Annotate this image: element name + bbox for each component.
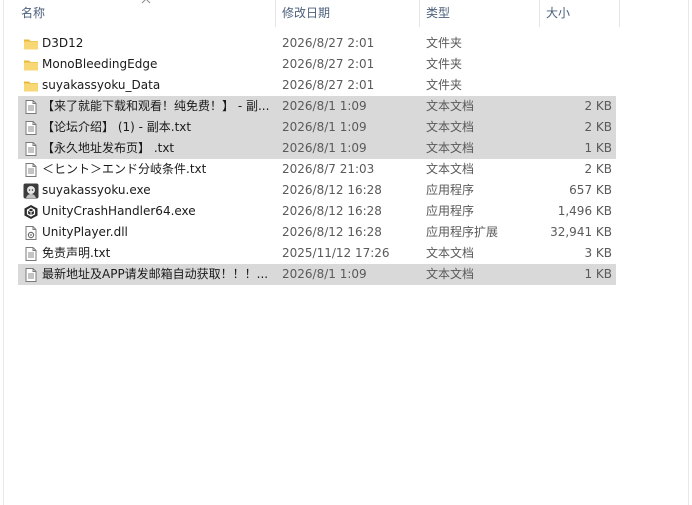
game-app-icon bbox=[23, 183, 39, 199]
file-size: 2 KB bbox=[584, 120, 612, 134]
file-date: 2026/8/27 2:01 bbox=[282, 36, 375, 50]
file-row[interactable]: 免责声明.txt 2025/11/12 17:26 文本文档 3 KB bbox=[18, 243, 616, 264]
file-type: 文本文档 bbox=[426, 246, 475, 260]
text-file-icon bbox=[23, 141, 39, 157]
file-type: 应用程序扩展 bbox=[426, 225, 499, 239]
column-header-type[interactable]: 类型 bbox=[426, 0, 450, 27]
text-file-icon bbox=[23, 162, 39, 178]
file-name: UnityPlayer.dll bbox=[42, 225, 128, 239]
column-header-date[interactable]: 修改日期 bbox=[282, 0, 330, 27]
file-type: 应用程序 bbox=[426, 183, 475, 197]
file-name: 免责声明.txt bbox=[42, 246, 111, 260]
file-size: 2 KB bbox=[584, 99, 612, 113]
file-date: 2026/8/1 1:09 bbox=[282, 267, 367, 281]
dll-file-icon bbox=[23, 225, 39, 241]
file-date: 2025/11/12 17:26 bbox=[282, 246, 390, 260]
file-row[interactable]: UnityCrashHandler64.exe 2026/8/12 16:28 应用… bbox=[18, 201, 616, 222]
file-size: 1 KB bbox=[584, 141, 612, 155]
file-row[interactable]: suyakassyoku_Data 2026/8/27 2:01 文件夹 bbox=[18, 75, 616, 96]
column-divider[interactable] bbox=[275, 0, 276, 27]
unity-icon bbox=[23, 204, 39, 220]
file-name: suyakassyoku.exe bbox=[42, 183, 151, 197]
file-row[interactable]: 【来了就能下载和观看！纯免费！】 - 副... 2026/8/1 1:09 文本文档… bbox=[18, 96, 616, 117]
folder-icon bbox=[23, 78, 39, 94]
file-date: 2026/8/7 21:03 bbox=[282, 162, 375, 176]
file-type: 应用程序 bbox=[426, 204, 475, 218]
file-date: 2026/8/1 1:09 bbox=[282, 141, 367, 155]
pane-right-border bbox=[688, 0, 689, 505]
column-divider[interactable] bbox=[619, 0, 620, 27]
file-size: 657 KB bbox=[569, 183, 612, 197]
file-size: 3 KB bbox=[584, 246, 612, 260]
file-row[interactable]: 【永久地址发布页】 .txt 2026/8/1 1:09 文本文档 1 KB bbox=[18, 138, 616, 159]
file-date: 2026/8/12 16:28 bbox=[282, 204, 382, 218]
sort-ascending-icon bbox=[141, 0, 151, 4]
file-size: 2 KB bbox=[584, 162, 612, 176]
file-size: 1 KB bbox=[584, 267, 612, 281]
file-row[interactable]: 【论坛介绍】 (1) - 副本.txt 2026/8/1 1:09 文本文档 2 KB bbox=[18, 117, 616, 138]
file-date: 2026/8/12 16:28 bbox=[282, 183, 382, 197]
file-name: UnityCrashHandler64.exe bbox=[42, 204, 196, 218]
column-header-size[interactable]: 大小 bbox=[546, 0, 570, 27]
file-name: 【论坛介绍】 (1) - 副本.txt bbox=[42, 120, 192, 134]
file-name: ＜ヒント＞エンド分岐条件.txt bbox=[42, 162, 207, 176]
file-row[interactable]: 最新地址及APP请发邮箱自动获取！！！... 2026/8/1 1:09 文本文档 1… bbox=[18, 264, 616, 285]
file-list-pane: 名称 修改日期 类型 大小 D3D12 2026/8/27 2:01 文件夹 Mono… bbox=[0, 0, 692, 505]
file-name: suyakassyoku_Data bbox=[42, 78, 161, 92]
file-date: 2026/8/1 1:09 bbox=[282, 120, 367, 134]
column-divider[interactable] bbox=[419, 0, 420, 27]
file-row[interactable]: MonoBleedingEdge 2026/8/27 2:01 文件夹 bbox=[18, 54, 616, 75]
text-file-icon bbox=[23, 246, 39, 262]
file-type: 文本文档 bbox=[426, 120, 475, 134]
text-file-icon bbox=[23, 267, 39, 283]
folder-icon bbox=[23, 36, 39, 52]
file-date: 2026/8/27 2:01 bbox=[282, 57, 375, 71]
file-row[interactable]: D3D12 2026/8/27 2:01 文件夹 bbox=[18, 33, 616, 54]
file-row[interactable]: ＜ヒント＞エンド分岐条件.txt 2026/8/7 21:03 文本文档 2 KB bbox=[18, 159, 616, 180]
file-name: 【来了就能下载和观看！纯免费！】 - 副... bbox=[42, 99, 270, 113]
file-type: 文件夹 bbox=[426, 57, 463, 71]
file-row[interactable]: UnityPlayer.dll 2026/8/12 16:28 应用程序扩展 32,9… bbox=[18, 222, 616, 243]
file-type: 文件夹 bbox=[426, 36, 463, 50]
file-name: 【永久地址发布页】 .txt bbox=[42, 141, 175, 155]
file-name: MonoBleedingEdge bbox=[42, 57, 158, 71]
file-size: 1,496 KB bbox=[557, 204, 612, 218]
file-date: 2026/8/12 16:28 bbox=[282, 225, 382, 239]
file-date: 2026/8/1 1:09 bbox=[282, 99, 367, 113]
file-type: 文本文档 bbox=[426, 162, 475, 176]
file-type: 文本文档 bbox=[426, 141, 475, 155]
folder-icon bbox=[23, 57, 39, 73]
column-header-bar: 名称 修改日期 类型 大小 bbox=[0, 0, 692, 27]
file-type: 文本文档 bbox=[426, 267, 475, 281]
text-file-icon bbox=[23, 99, 39, 115]
column-divider[interactable] bbox=[539, 0, 540, 27]
file-name: D3D12 bbox=[42, 36, 84, 50]
file-size: 32,941 KB bbox=[550, 225, 612, 239]
file-type: 文本文档 bbox=[426, 99, 475, 113]
file-name: 最新地址及APP请发邮箱自动获取！！！... bbox=[42, 267, 269, 281]
file-date: 2026/8/27 2:01 bbox=[282, 78, 375, 92]
file-type: 文件夹 bbox=[426, 78, 463, 92]
text-file-icon bbox=[23, 120, 39, 136]
pane-left-border bbox=[3, 0, 4, 505]
column-header-name[interactable]: 名称 bbox=[21, 0, 45, 27]
file-row[interactable]: suyakassyoku.exe 2026/8/12 16:28 应用程序 657 K… bbox=[18, 180, 616, 201]
